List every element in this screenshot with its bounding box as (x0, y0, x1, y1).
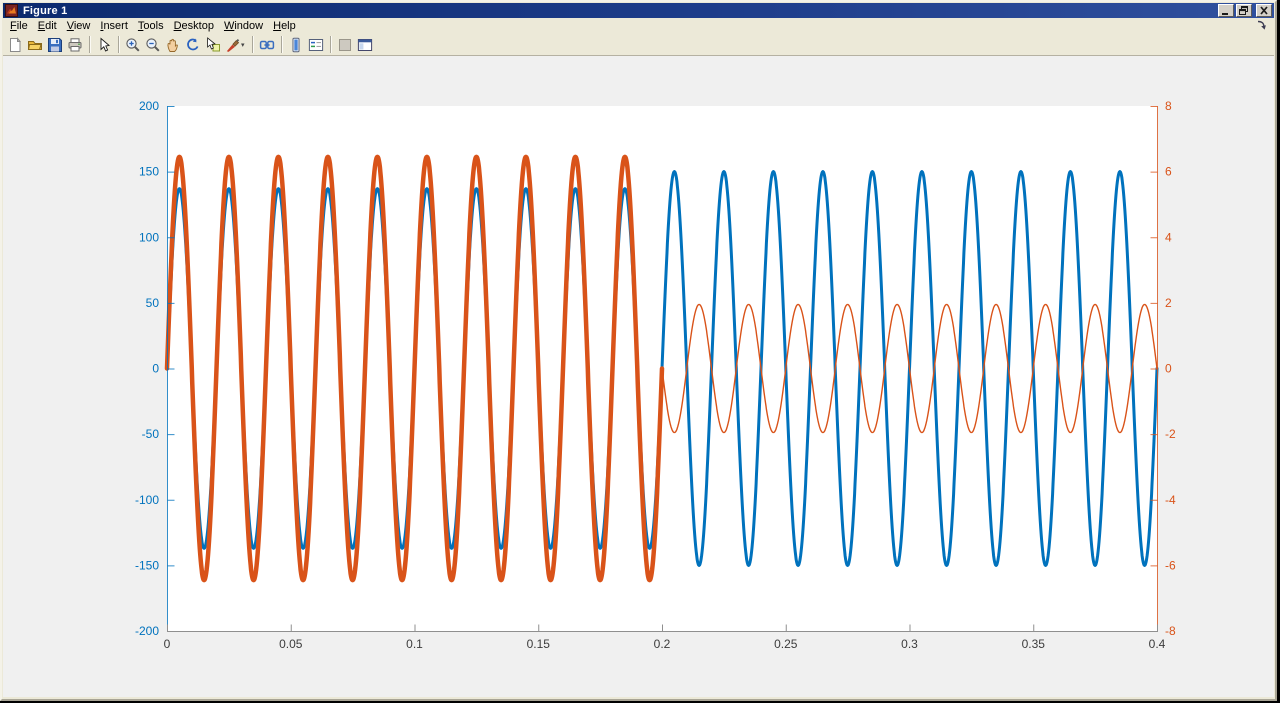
toolbar-separator (252, 36, 254, 53)
link-plot-button[interactable] (257, 35, 277, 54)
hide-plot-tools-icon (337, 37, 353, 53)
figure-canvas: 200 150 100 50 0 -50 -100 -150 -200 8 6 4 2 0 -2 -4 -6 -8… (3, 56, 1274, 697)
brush-data-button[interactable] (223, 35, 243, 54)
menu-item-tools[interactable]: Tools (133, 19, 169, 33)
restore-icon (1239, 6, 1248, 15)
right-axis-tick-label: -8 (1165, 624, 1176, 638)
plot: 200 150 100 50 0 -50 -100 -150 -200 8 6 4 2 0 -2 -4 -6 -8… (135, 99, 1176, 651)
insert-colorbar-button[interactable] (286, 35, 306, 54)
hide-plot-tools-button[interactable] (335, 35, 355, 54)
show-plot-tools-button[interactable] (355, 35, 375, 54)
pointer-arrow-icon (96, 37, 112, 53)
matlab-logo-icon (5, 4, 18, 17)
pan-hand-icon (165, 37, 181, 53)
zoom-in-button[interactable] (123, 35, 143, 54)
toolbar-separator (281, 36, 283, 53)
right-axis-tick-label: 2 (1165, 296, 1172, 310)
brush-icon (225, 37, 241, 53)
pan-button[interactable] (163, 35, 183, 54)
x-axis-tick-label: 0.1 (406, 637, 423, 651)
left-axis-tick-label: 50 (146, 296, 160, 310)
window-title: Figure 1 (23, 4, 68, 17)
minimize-button[interactable] (1218, 4, 1234, 17)
menu-item-view[interactable]: View (62, 19, 96, 33)
right-axis-tick-label: 8 (1165, 99, 1172, 113)
right-axis-tick-label: 4 (1165, 230, 1172, 244)
toolbar-separator (118, 36, 120, 53)
insert-legend-button[interactable] (306, 35, 326, 54)
data-cursor-icon (205, 36, 221, 53)
show-plot-tools-dock-icon (357, 37, 373, 53)
window-controls (1216, 4, 1272, 17)
x-axis-tick-label: 0 (164, 637, 171, 651)
right-axis-tick-label: 0 (1165, 362, 1172, 376)
zoom-out-button[interactable] (143, 35, 163, 54)
menu-item-help[interactable]: Help (268, 19, 301, 33)
right-axis-tick-label: -4 (1165, 493, 1176, 507)
save-figure-button[interactable] (45, 35, 65, 54)
right-axis-tick-label: -2 (1165, 427, 1176, 441)
open-folder-icon (27, 37, 43, 53)
menu-item-insert[interactable]: Insert (95, 19, 133, 33)
new-figure-button[interactable] (5, 35, 25, 54)
right-axis-tick-label: 6 (1165, 165, 1172, 179)
x-axis-tick-label: 0.15 (527, 637, 551, 651)
menu-bar: File Edit View Insert Tools Desktop Window Help (3, 18, 1274, 34)
x-axis-tick-label: 0.2 (654, 637, 671, 651)
edit-plot-button[interactable] (94, 35, 114, 54)
menu-item-edit[interactable]: Edit (33, 19, 62, 33)
menu-item-file[interactable]: File (5, 19, 33, 33)
close-button[interactable] (1256, 4, 1272, 17)
left-axis-tick-label: 150 (139, 165, 159, 179)
left-axis-tick-label: -100 (135, 493, 159, 507)
print-figure-button[interactable] (65, 35, 85, 54)
menu-item-desktop[interactable]: Desktop (169, 19, 219, 33)
x-axis-tick-label: 0.35 (1022, 637, 1046, 651)
open-file-button[interactable] (25, 35, 45, 54)
x-axis-tick-label: 0.05 (279, 637, 303, 651)
close-icon (1260, 6, 1268, 15)
left-axis-tick-label: -200 (135, 624, 159, 638)
minimize-icon (1222, 13, 1228, 15)
legend-icon (308, 37, 324, 53)
link-plot-icon (259, 37, 275, 53)
x-axis-tick-label: 0.3 (901, 637, 918, 651)
title-bar: Figure 1 (3, 3, 1274, 18)
data-cursor-button[interactable] (203, 35, 223, 54)
rotate-3d-button[interactable] (183, 35, 203, 54)
left-axis-tick-label: 0 (152, 362, 159, 376)
x-axis-tick-label: 0.4 (1149, 637, 1166, 651)
menu-item-window[interactable]: Window (219, 19, 268, 33)
x-axis-tick-label: 0.25 (774, 637, 798, 651)
dock-figure-arrow-icon[interactable] (1256, 19, 1268, 31)
zoom-out-icon (145, 37, 161, 53)
toolbar-separator (89, 36, 91, 53)
save-icon (47, 37, 63, 53)
toolbar: ▾ (3, 34, 1274, 56)
left-axis-tick-label: -50 (142, 427, 160, 441)
restore-button[interactable] (1236, 4, 1252, 17)
figure-window: Figure 1 File Edit View Insert Tools Desktop W… (0, 0, 1277, 701)
print-icon (67, 37, 83, 53)
toolbar-separator (330, 36, 332, 53)
dropdown-caret-icon[interactable]: ▾ (241, 41, 248, 49)
new-document-icon (7, 36, 23, 53)
zoom-in-icon (125, 37, 141, 53)
right-axis-tick-label: -6 (1165, 558, 1176, 572)
left-axis-tick-label: 100 (139, 230, 159, 244)
colorbar-icon (288, 37, 304, 53)
rotate-3d-icon (185, 37, 201, 53)
left-axis-tick-label: 200 (139, 99, 159, 113)
left-axis-tick-label: -150 (135, 558, 159, 572)
